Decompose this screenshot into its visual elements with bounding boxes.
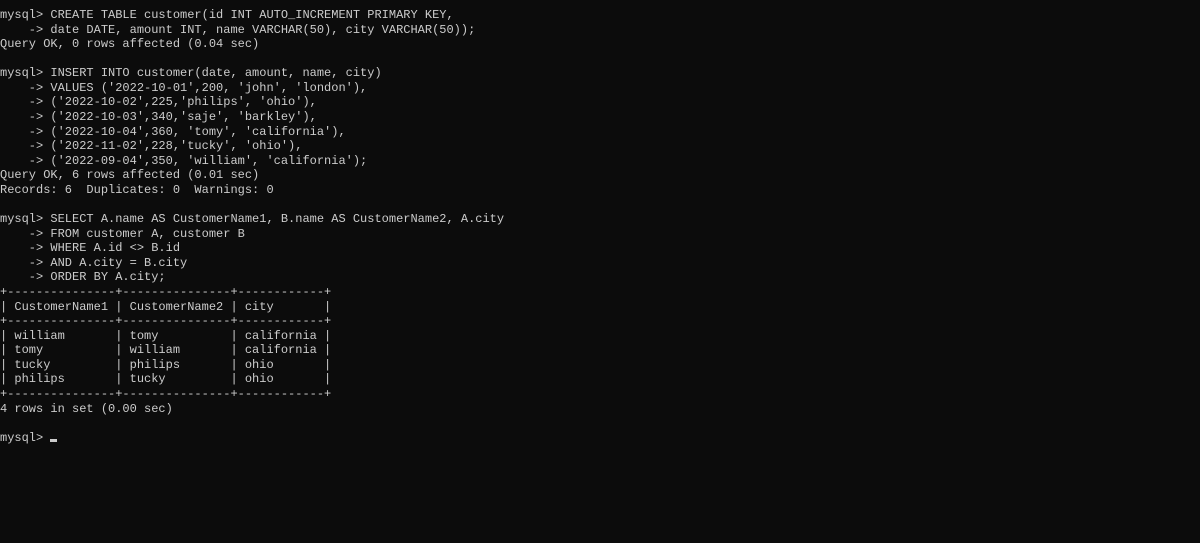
output-line: | CustomerName1 | CustomerName2 | city | xyxy=(0,299,332,314)
continuation-line: -> ('2022-10-04',360, 'tomy', 'californi… xyxy=(0,124,346,139)
command-line: mysql> INSERT INTO customer(date, amount… xyxy=(0,66,382,81)
prompt: mysql> xyxy=(0,430,51,445)
output-line: | tomy | william | california | xyxy=(0,343,332,358)
output-line: Query OK, 6 rows affected (0.01 sec) xyxy=(0,168,260,183)
continuation-line: -> AND A.city = B.city xyxy=(0,255,188,270)
continuation-line: -> ('2022-11-02',228,'tucky', 'ohio'), xyxy=(0,139,303,154)
continuation-line: -> ORDER BY A.city; xyxy=(0,270,166,285)
output-line: +---------------+---------------+-------… xyxy=(0,284,332,299)
input-line[interactable]: mysql> xyxy=(0,431,1200,446)
output-line: | tucky | philips | ohio | xyxy=(0,357,332,372)
continuation-line: -> FROM customer A, customer B xyxy=(0,226,245,241)
output-line: Query OK, 0 rows affected (0.04 sec) xyxy=(0,37,260,52)
continuation-line: -> VALUES ('2022-10-01',200, 'john', 'lo… xyxy=(0,80,368,95)
output-line: | william | tomy | california | xyxy=(0,328,332,343)
continuation-line: -> ('2022-10-02',225,'philips', 'ohio'), xyxy=(0,95,317,110)
output-line: +---------------+---------------+-------… xyxy=(0,314,332,329)
output-line: 4 rows in set (0.00 sec) xyxy=(0,401,173,416)
output-line: | philips | tucky | ohio | xyxy=(0,372,332,387)
command-line: mysql> CREATE TABLE customer(id INT AUTO… xyxy=(0,8,454,22)
cursor-icon xyxy=(50,438,58,442)
terminal-window[interactable]: mysql> CREATE TABLE customer(id INT AUTO… xyxy=(0,8,1200,445)
output-line: Records: 6 Duplicates: 0 Warnings: 0 xyxy=(0,182,274,197)
continuation-line: -> ('2022-09-04',350, 'william', 'califo… xyxy=(0,153,368,168)
output-line: +---------------+---------------+-------… xyxy=(0,387,332,402)
continuation-line: -> ('2022-10-03',340,'saje', 'barkley'), xyxy=(0,110,317,125)
continuation-line: -> WHERE A.id <> B.id xyxy=(0,241,181,256)
command-line: mysql> SELECT A.name AS CustomerName1, B… xyxy=(0,212,505,227)
continuation-line: -> date DATE, amount INT, name VARCHAR(5… xyxy=(0,22,476,37)
